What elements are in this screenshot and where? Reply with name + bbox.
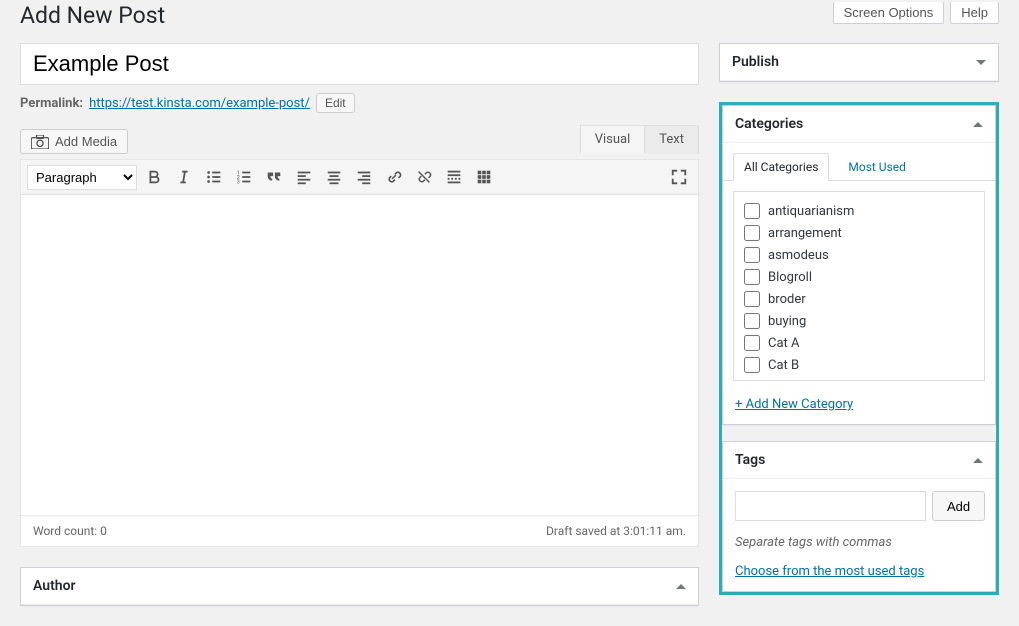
align-left-button[interactable]: [291, 164, 317, 190]
italic-button[interactable]: [171, 164, 197, 190]
category-label: buying: [768, 314, 806, 329]
editor-tabs: Visual Text: [581, 125, 699, 154]
tags-hint: Separate tags with commas: [735, 535, 983, 550]
category-tabs: All Categories Most Used: [723, 143, 995, 181]
category-item[interactable]: arrangement: [744, 222, 974, 244]
category-list-container[interactable]: antiquarianism arrangement asmodeus Blogrol…: [733, 191, 985, 381]
fullscreen-button[interactable]: [666, 164, 692, 190]
editor-toolbar: Paragraph 123: [21, 160, 698, 195]
highlighted-sidebar-region: Categories All Categories Most Used anti…: [719, 102, 999, 595]
triangle-up-icon: [676, 584, 686, 589]
autosave-status: Draft saved at 3:01:11 am.: [546, 524, 686, 538]
author-metabox: Author: [20, 567, 699, 606]
insert-more-button[interactable]: [441, 164, 467, 190]
category-checkbox[interactable]: [744, 313, 760, 329]
link-button[interactable]: [381, 164, 407, 190]
publish-metabox: Publish: [719, 43, 999, 82]
category-item[interactable]: Cat A: [744, 332, 974, 354]
author-title: Author: [33, 578, 76, 594]
category-checkbox[interactable]: [744, 291, 760, 307]
category-label: Blogroll: [768, 270, 812, 285]
permalink-row: Permalink: https://test.kinsta.com/examp…: [20, 93, 699, 113]
bold-button[interactable]: [141, 164, 167, 190]
sidebar-column: Publish Categories All Categories Most U…: [719, 43, 999, 595]
screen-meta-links: Screen Options Help: [833, 2, 999, 24]
screen-options-button[interactable]: Screen Options: [833, 2, 945, 24]
category-item[interactable]: buying: [744, 310, 974, 332]
editor-container: Paragraph 123 Word count: 0 Draft save: [20, 159, 699, 547]
align-center-button[interactable]: [321, 164, 347, 190]
category-item[interactable]: antiquarianism: [744, 200, 974, 222]
tab-all-categories[interactable]: All Categories: [733, 153, 829, 181]
triangle-up-icon: [973, 122, 983, 127]
category-item[interactable]: broder: [744, 288, 974, 310]
category-checkbox[interactable]: [744, 247, 760, 263]
format-select[interactable]: Paragraph: [27, 165, 137, 190]
category-label: asmodeus: [768, 248, 829, 263]
editor-statusbar: Word count: 0 Draft saved at 3:01:11 am.: [21, 515, 698, 546]
triangle-down-icon: [976, 60, 986, 65]
category-label: Cat B: [768, 358, 799, 373]
tab-text[interactable]: Text: [644, 125, 699, 154]
category-label: arrangement: [768, 226, 842, 241]
author-metabox-header[interactable]: Author: [21, 568, 698, 605]
category-label: antiquarianism: [768, 204, 854, 219]
unlink-button[interactable]: [411, 164, 437, 190]
tags-title: Tags: [735, 452, 765, 468]
help-button[interactable]: Help: [950, 2, 999, 24]
numbered-list-button[interactable]: 123: [231, 164, 257, 190]
content-editor[interactable]: [21, 195, 698, 515]
category-checkbox[interactable]: [744, 203, 760, 219]
choose-most-used-tags-link[interactable]: Choose from the most used tags: [735, 564, 924, 579]
tags-metabox: Tags Add Separate tags with commas Choos…: [722, 441, 996, 592]
category-checkbox[interactable]: [744, 335, 760, 351]
publish-metabox-header[interactable]: Publish: [720, 44, 998, 81]
main-column: Permalink: https://test.kinsta.com/examp…: [20, 43, 699, 626]
svg-text:3: 3: [237, 179, 240, 185]
category-checkbox[interactable]: [744, 225, 760, 241]
category-label: broder: [768, 292, 806, 307]
word-count: Word count: 0: [33, 524, 107, 538]
blockquote-button[interactable]: [261, 164, 287, 190]
category-checkbox[interactable]: [744, 269, 760, 285]
tab-most-used[interactable]: Most Used: [837, 153, 917, 181]
categories-title: Categories: [735, 116, 803, 132]
bullet-list-button[interactable]: [201, 164, 227, 190]
add-tag-button[interactable]: Add: [932, 491, 985, 521]
tags-input[interactable]: [735, 491, 926, 521]
camera-icon: [31, 135, 49, 149]
categories-metabox: Categories All Categories Most Used anti…: [722, 105, 996, 425]
categories-metabox-header[interactable]: Categories: [723, 106, 995, 143]
triangle-up-icon: [973, 458, 983, 463]
tab-visual[interactable]: Visual: [580, 125, 646, 154]
category-item[interactable]: Blogroll: [744, 266, 974, 288]
edit-permalink-button[interactable]: Edit: [316, 93, 355, 113]
category-item[interactable]: Cat B: [744, 354, 974, 376]
permalink-link[interactable]: https://test.kinsta.com/example-post/: [89, 96, 310, 111]
add-media-button[interactable]: Add Media: [20, 129, 128, 154]
page-title: Add New Post: [20, 2, 165, 29]
category-checkbox[interactable]: [744, 357, 760, 373]
toolbar-toggle-button[interactable]: [471, 164, 497, 190]
permalink-label: Permalink:: [20, 96, 83, 111]
category-item[interactable]: asmodeus: [744, 244, 974, 266]
align-right-button[interactable]: [351, 164, 377, 190]
add-new-category-link[interactable]: + Add New Category: [723, 391, 995, 424]
tags-metabox-header[interactable]: Tags: [723, 442, 995, 479]
category-label: Cat A: [768, 336, 800, 351]
publish-title: Publish: [732, 54, 779, 70]
post-title-input[interactable]: [20, 43, 699, 85]
